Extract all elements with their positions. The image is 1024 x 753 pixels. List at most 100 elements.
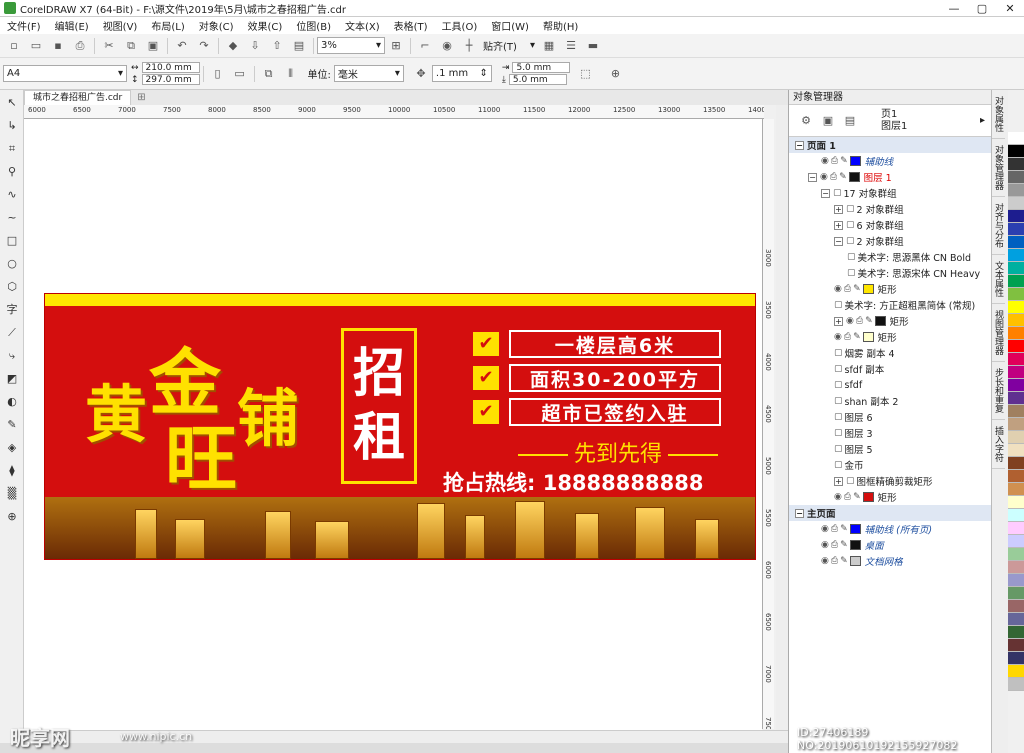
nudge-distance-field[interactable]: .1 mm ⇕ [431, 65, 492, 82]
print-icon[interactable]: ⎙ [844, 284, 851, 294]
spinner-icon[interactable]: ⇕ [480, 68, 488, 79]
tree-row[interactable]: ▢ 美术字: 思源黑体 CN Bold [789, 249, 991, 265]
pick-tool-icon[interactable]: ↖ [2, 93, 22, 113]
palette-swatch[interactable] [1008, 171, 1024, 184]
show-guidelines-icon[interactable]: ┼ [460, 37, 478, 55]
panel-menu-icon[interactable]: ▸ [980, 115, 985, 126]
zoom-level-select[interactable]: 3% ▾ [317, 37, 385, 54]
palette-swatch[interactable] [1008, 340, 1024, 353]
palette-swatch[interactable] [1008, 366, 1024, 379]
maximize-button[interactable]: ▢ [968, 2, 996, 15]
tree-row[interactable]: ▢ 图层 5 [789, 441, 991, 457]
expand-toggle-icon[interactable]: + [834, 220, 843, 230]
document-tab[interactable]: 城市之春招租广告.cdr [24, 90, 132, 105]
menu-item[interactable]: 表格(T) [387, 18, 435, 33]
palette-swatch[interactable] [1008, 236, 1024, 249]
search-content-icon[interactable]: ◆ [224, 37, 242, 55]
palette-swatch[interactable] [1008, 509, 1024, 522]
tree-row[interactable]: ◉ ⎙ ✎ 辅助线 [789, 153, 991, 169]
show-properties-icon[interactable]: ⚙ [797, 112, 815, 130]
tree-row[interactable]: ◉ ⎙ ✎ 矩形 [789, 329, 991, 345]
lock-icon[interactable]: ✎ [840, 556, 848, 566]
print-icon[interactable]: ⎙ [831, 156, 838, 166]
landscape-icon[interactable]: ▭ [231, 65, 249, 83]
palette-swatch[interactable] [1008, 262, 1024, 275]
palette-swatch[interactable] [1008, 613, 1024, 626]
current-page-icon[interactable]: ⫴ [282, 65, 300, 83]
expand-toggle-icon[interactable]: + [834, 204, 843, 214]
palette-swatch[interactable] [1008, 249, 1024, 262]
tree-row[interactable]: − ▢ 17 对象群组 [789, 185, 991, 201]
minimize-button[interactable]: — [940, 2, 968, 15]
palette-swatch[interactable] [1008, 652, 1024, 665]
lock-icon[interactable]: ✎ [865, 316, 873, 326]
menu-item[interactable]: 效果(C) [241, 18, 290, 33]
vertical-scrollbar[interactable] [776, 105, 788, 730]
text-tool-icon[interactable]: 字 [2, 300, 22, 320]
tree-row[interactable]: − 主页面 [789, 505, 991, 521]
treat-as-filled-icon[interactable]: ⬚ [576, 65, 594, 83]
palette-swatch[interactable] [1008, 223, 1024, 236]
palette-swatch[interactable] [1008, 444, 1024, 457]
print-icon[interactable]: ⎙ [831, 556, 838, 566]
lock-icon[interactable]: ✎ [839, 172, 847, 182]
rectangle-tool-icon[interactable]: □ [2, 231, 22, 251]
eye-icon[interactable]: ◉ [821, 156, 829, 166]
expand-toggle-icon[interactable]: + [834, 316, 843, 326]
drop-shadow-icon[interactable]: ◩ [2, 369, 22, 389]
eye-icon[interactable]: ◉ [834, 284, 842, 294]
edit-across-layers-icon[interactable]: ▣ [819, 112, 837, 130]
options-icon[interactable]: ☰ [562, 37, 580, 55]
print-icon[interactable]: ⎙ [856, 316, 863, 326]
unit-select[interactable]: 毫米 ▾ [333, 65, 404, 82]
palette-swatch[interactable] [1008, 145, 1024, 158]
lock-icon[interactable]: ✎ [840, 156, 848, 166]
shape-tool-icon[interactable]: ↳ [2, 116, 22, 136]
palette-swatch[interactable] [1008, 483, 1024, 496]
palette-swatch[interactable] [1008, 314, 1024, 327]
eye-icon[interactable]: ◉ [821, 524, 829, 534]
docker-tab[interactable]: 文本属性 [992, 255, 1005, 304]
lock-icon[interactable]: ✎ [853, 332, 861, 342]
docker-tab[interactable]: 步长和重复 [992, 362, 1005, 420]
tree-row[interactable]: ▢ 金币 [789, 457, 991, 473]
application-launcher-icon[interactable]: ▬ [584, 37, 602, 55]
print-icon[interactable]: ⎙ [831, 524, 838, 534]
tree-row[interactable]: ▢ 美术字: 思源宋体 CN Heavy [789, 265, 991, 281]
publish-pdf-icon[interactable]: ▤ [290, 37, 308, 55]
tree-row[interactable]: ◉ ⎙ ✎ 矩形 [789, 281, 991, 297]
palette-swatch[interactable] [1008, 275, 1024, 288]
eye-icon[interactable]: ◉ [834, 492, 842, 502]
palette-swatch[interactable] [1008, 678, 1024, 691]
tree-row[interactable]: ◉ ⎙ ✎ 桌面 [789, 537, 991, 553]
zoom-tool-icon[interactable]: ⚲ [2, 162, 22, 182]
expand-toggle-icon[interactable]: − [834, 236, 843, 246]
docker-tab[interactable]: 插入字符 [992, 420, 1005, 469]
menu-item[interactable]: 文件(F) [0, 18, 48, 33]
connector-tool-icon[interactable]: ⤷ [2, 346, 22, 366]
menu-item[interactable]: 布局(L) [144, 18, 191, 33]
palette-swatch[interactable] [1008, 665, 1024, 678]
save-icon[interactable]: ▪ [49, 37, 67, 55]
open-icon[interactable]: ▭ [27, 37, 45, 55]
palette-swatch[interactable] [1008, 626, 1024, 639]
duplicate-x-field[interactable]: 5.0 mm [512, 62, 571, 73]
tree-row[interactable]: + ▢ 图框精确剪裁矩形 [789, 473, 991, 489]
palette-swatch[interactable] [1008, 392, 1024, 405]
menu-item[interactable]: 编辑(E) [48, 18, 96, 33]
tree-row[interactable]: + ▢ 6 对象群组 [789, 217, 991, 233]
all-pages-icon[interactable]: ⧉ [260, 65, 278, 83]
tree-row[interactable]: ◉ ⎙ ✎ 辅助线 (所有页) [789, 521, 991, 537]
print-icon[interactable]: ⎙ [830, 172, 837, 182]
parallel-dimension-icon[interactable]: ⟋ [2, 323, 22, 343]
paste-icon[interactable]: ▣ [144, 37, 162, 55]
docker-tab[interactable]: 对齐与分布 [992, 197, 1005, 255]
expand-toggle-icon[interactable]: − [795, 140, 804, 150]
palette-swatch[interactable] [1008, 496, 1024, 509]
palette-swatch[interactable] [1008, 197, 1024, 210]
eye-icon[interactable]: ◉ [846, 316, 854, 326]
welcome-screen-icon[interactable]: ▦ [540, 37, 558, 55]
palette-swatch[interactable] [1008, 600, 1024, 613]
menu-item[interactable]: 帮助(H) [536, 18, 585, 33]
palette-swatch[interactable] [1008, 522, 1024, 535]
